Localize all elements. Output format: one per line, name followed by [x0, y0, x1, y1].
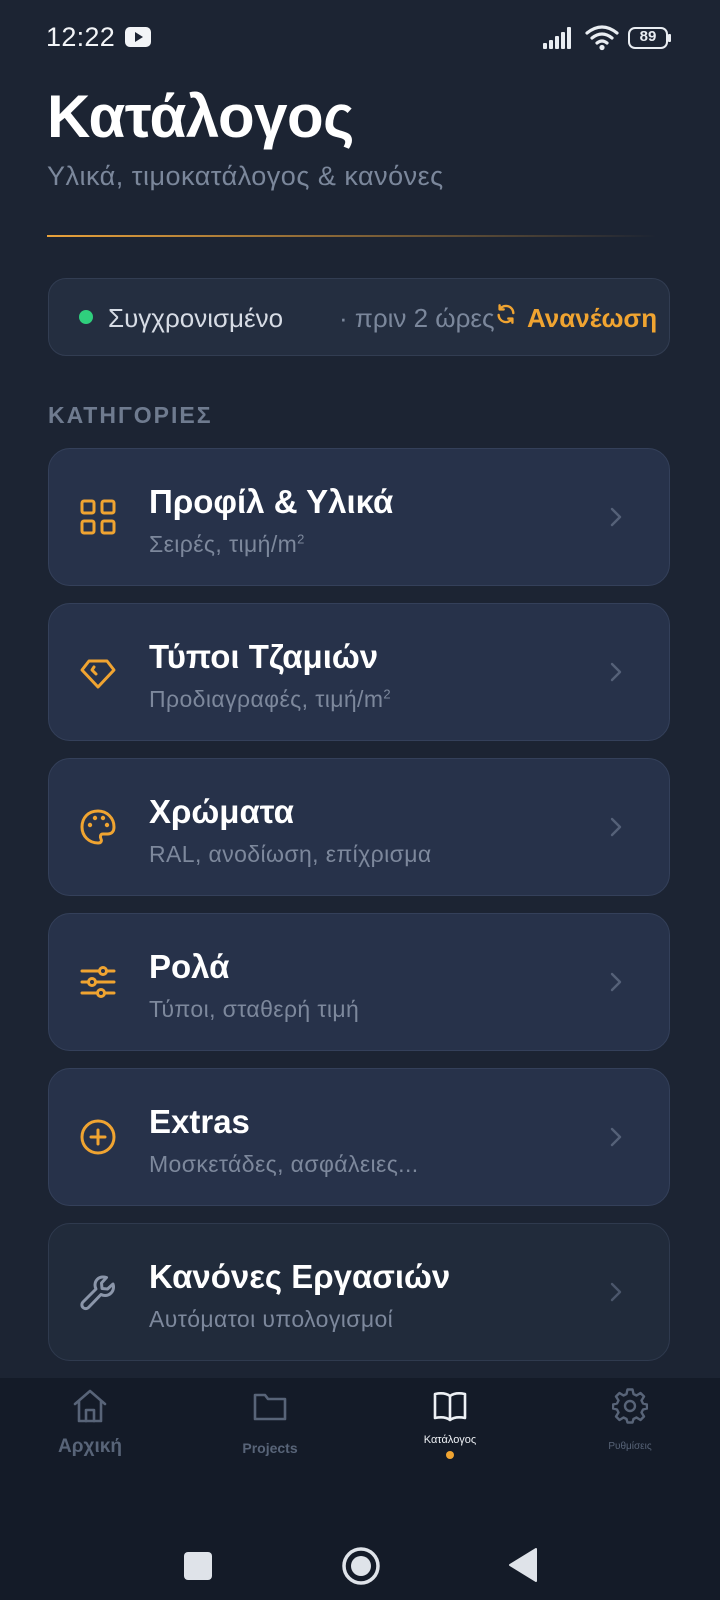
title-divider — [47, 235, 657, 237]
battery-level: 89 — [639, 28, 657, 45]
page-subtitle: Υλικά, τιμοκατάλογος & κανόνες — [47, 161, 444, 191]
sliders-icon — [80, 966, 116, 998]
plus-circle-icon — [80, 1119, 116, 1155]
category-description: Σειρές, τιμή/m2 — [149, 531, 305, 557]
category-title: Τύποι Τζαμιών — [149, 638, 379, 675]
nav-label-settings: Ρυθμίσεις — [608, 1441, 652, 1452]
diamond-icon — [80, 659, 116, 689]
category-card-colors[interactable]: Χρώματα RAL, ανοδίωση, επίχρισμα — [48, 758, 670, 896]
chevron-right-icon — [610, 1127, 622, 1147]
category-title: Extras — [149, 1103, 250, 1140]
category-title: Χρώματα — [149, 793, 294, 830]
chevron-right-icon — [610, 972, 622, 992]
category-description: Προδιαγραφές, τιμή/m2 — [149, 686, 392, 712]
nav-item-home[interactable]: Αρχική — [0, 1378, 180, 1478]
nav-label-projects: Projects — [242, 1440, 298, 1456]
nav-label-catalog: Κατάλογος — [423, 1434, 477, 1446]
palette-icon — [80, 809, 116, 845]
grid-icon — [80, 499, 116, 535]
home-button[interactable] — [341, 1546, 381, 1586]
category-card-glass-types[interactable]: Τύποι Τζαμιών Προδιαγραφές, τιμή/m2 — [48, 603, 670, 741]
signal-icon — [543, 27, 571, 49]
gear-icon — [612, 1388, 648, 1424]
nav-item-catalog[interactable]: Κατάλογος — [360, 1378, 540, 1478]
refresh-label: Ανανέωση — [527, 303, 658, 333]
category-description: Μοσκετάδες, ασφάλειες... — [149, 1151, 419, 1177]
category-description: Αυτόματοι υπολογισμοί — [149, 1306, 394, 1332]
home-icon — [73, 1389, 107, 1423]
status-clock: 12:22 — [46, 22, 116, 52]
category-description: RAL, ανοδίωση, επίχρισμα — [149, 841, 432, 867]
active-indicator-dot — [446, 1451, 454, 1459]
book-icon — [433, 1392, 467, 1422]
refresh-icon — [497, 304, 515, 324]
category-card-shutters[interactable]: Ρολά Τύποι, σταθερή τιμή — [48, 913, 670, 1051]
category-card-work-rules[interactable]: Κανόνες Εργασιών Αυτόματοι υπολογισμοί — [48, 1223, 670, 1361]
recent-apps-button[interactable] — [184, 1552, 212, 1580]
chevron-right-icon — [610, 817, 622, 837]
category-card-profiles[interactable]: Προφίλ & Υλικά Σειρές, τιμή/m2 — [48, 448, 670, 586]
chevron-right-icon — [610, 507, 622, 527]
chevron-right-icon — [610, 1282, 622, 1302]
sync-time-text: · πριν 2 ώρες — [339, 303, 495, 333]
categories-heading: ΚΑΤΗΓΟΡΙΕΣ — [48, 402, 213, 428]
folder-icon — [253, 1393, 287, 1421]
wrench-icon — [80, 1275, 115, 1311]
sync-status-dot — [79, 310, 93, 324]
wifi-icon — [585, 25, 619, 51]
sync-status-card: Συγχρονισμένο · πριν 2 ώρες Ανανέωση — [48, 278, 670, 356]
chevron-right-icon — [610, 662, 622, 682]
page-title: Κατάλογος — [47, 83, 354, 150]
system-navigation-bar — [0, 1500, 720, 1600]
category-title: Κανόνες Εργασιών — [149, 1258, 451, 1295]
category-card-extras[interactable]: Extras Μοσκετάδες, ασφάλειες... — [48, 1068, 670, 1206]
nav-item-settings[interactable]: Ρυθμίσεις — [540, 1378, 720, 1478]
nav-label-home: Αρχική — [58, 1436, 122, 1457]
category-description: Τύποι, σταθερή τιμή — [149, 996, 360, 1022]
category-title: Προφίλ & Υλικά — [149, 483, 394, 520]
youtube-notification-icon — [125, 27, 151, 47]
back-button[interactable] — [508, 1547, 538, 1583]
status-bar: 12:22 89 — [0, 0, 720, 78]
sync-status-text: Συγχρονισμένο — [108, 303, 284, 333]
category-title: Ρολά — [149, 948, 230, 985]
nav-item-projects[interactable]: Projects — [180, 1378, 360, 1478]
battery-indicator: 89 — [628, 27, 671, 49]
